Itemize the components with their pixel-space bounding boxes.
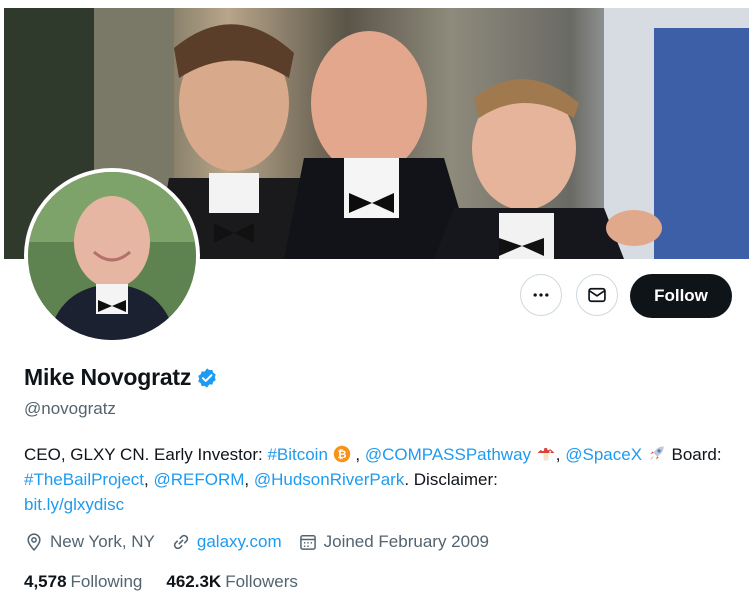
mention-reform[interactable]: @REFORM (153, 470, 244, 489)
disclaimer-link[interactable]: bit.ly/glxydisc (24, 495, 124, 514)
location-text: New York, NY (50, 532, 155, 551)
profile-name-row: Mike Novogratz (24, 364, 218, 391)
bio-text: , (350, 445, 365, 464)
profile-meta: New York, NY galaxy.com Joined February … (24, 532, 505, 552)
follow-button[interactable]: Follow (630, 274, 732, 318)
following-link[interactable]: 4,578 Following (24, 572, 142, 592)
location-pin-icon (27, 533, 41, 551)
svg-text:₿: ₿ (337, 449, 346, 461)
calendar-icon (299, 535, 316, 550)
followers-count: 462.3K (166, 572, 222, 591)
hashtag-bailproject[interactable]: #TheBailProject (24, 470, 144, 489)
profile-handle: @novogratz (24, 399, 116, 418)
join-date: Joined February 2009 (298, 532, 489, 552)
bio-text: Board: (666, 445, 722, 464)
joined-text: Joined February 2009 (323, 532, 489, 551)
rocket-icon (650, 446, 664, 461)
following-count: 4,578 (24, 572, 67, 591)
avatar[interactable] (24, 168, 200, 344)
profile-bio: CEO, GLXY CN. Early Investor: #Bitcoin ₿… (24, 442, 734, 517)
envelope-icon (588, 287, 606, 303)
verified-badge-icon[interactable] (196, 367, 218, 389)
website-link[interactable]: galaxy.com (197, 532, 282, 552)
bio-text: , (555, 445, 566, 464)
bio-text: , (244, 470, 254, 489)
more-options-button[interactable] (520, 274, 562, 316)
followers-link[interactable]: 462.3K Followers (166, 572, 298, 592)
more-horizontal-icon (533, 293, 549, 297)
mention-spacex[interactable]: @SpaceX (565, 445, 642, 464)
bio-text: . Disclaimer: (404, 470, 498, 489)
mention-compass[interactable]: @COMPASSPathway (365, 445, 531, 464)
hashtag-bitcoin[interactable]: #Bitcoin (267, 445, 327, 464)
profile-name: Mike Novogratz (24, 364, 192, 390)
avatar-photo (28, 172, 196, 340)
mention-hudsonriverpark[interactable]: @HudsonRiverPark (254, 470, 404, 489)
following-label: Following (70, 572, 143, 591)
message-button[interactable] (576, 274, 618, 316)
profile-stats: 4,578 Following 462.3K Followers (24, 572, 322, 592)
mushroom-icon (537, 447, 555, 461)
location: New York, NY (24, 532, 155, 552)
website: galaxy.com (171, 532, 282, 552)
bio-text: CEO, GLXY CN. Early Investor: (24, 445, 268, 464)
followers-label: Followers (225, 572, 298, 591)
link-icon (173, 534, 189, 550)
bitcoin-icon: ₿ (333, 445, 350, 463)
